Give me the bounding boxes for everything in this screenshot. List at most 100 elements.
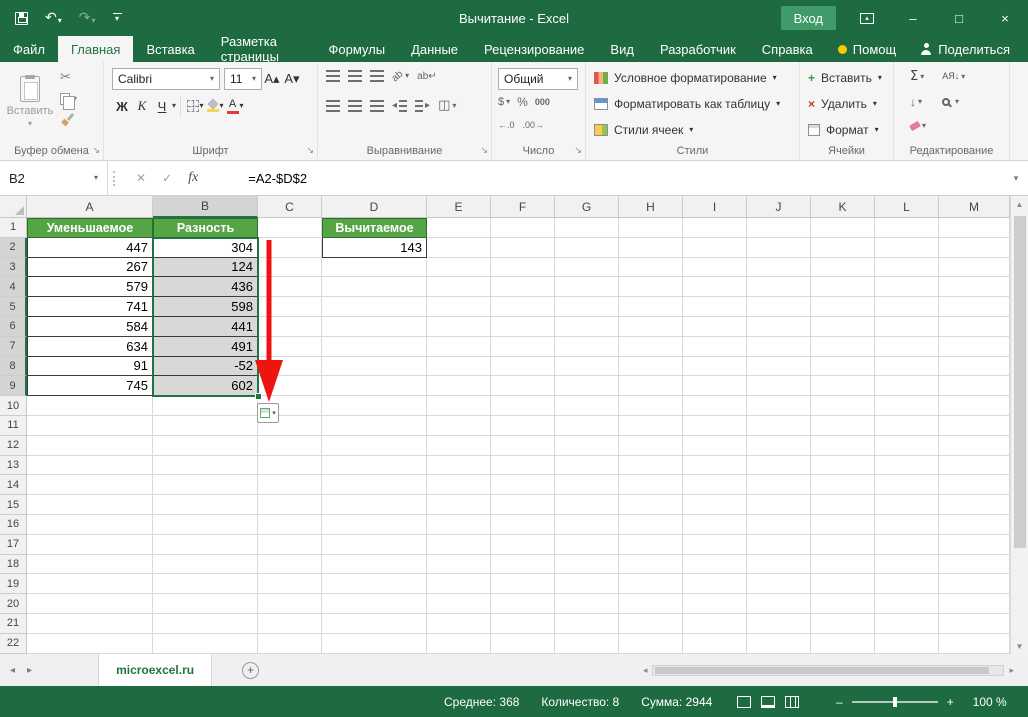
fill-button[interactable]: ↓▾ — [910, 95, 922, 109]
maximize-button[interactable]: □ — [936, 0, 982, 36]
cell-D17[interactable] — [322, 535, 427, 555]
cell-H12[interactable] — [619, 436, 683, 456]
cell-H15[interactable] — [619, 495, 683, 515]
row-header-13[interactable]: 13 — [0, 456, 27, 476]
zoom-slider[interactable] — [852, 701, 938, 703]
cell-D20[interactable] — [322, 594, 427, 614]
cell-A11[interactable] — [27, 416, 153, 436]
cell-C3[interactable] — [258, 258, 322, 278]
cell-G18[interactable] — [555, 555, 619, 575]
namebox-resize-handle[interactable] — [108, 161, 120, 195]
cell-L11[interactable] — [875, 416, 939, 436]
clear-button[interactable]: ▾ — [910, 122, 926, 130]
cell-G13[interactable] — [555, 456, 619, 476]
cell-K10[interactable] — [811, 396, 875, 416]
row-header-19[interactable]: 19 — [0, 574, 27, 594]
vertical-scroll-thumb[interactable] — [1014, 216, 1026, 548]
select-all-corner[interactable] — [0, 196, 27, 218]
row-header-3[interactable]: 3 — [0, 258, 27, 278]
cell-M6[interactable] — [939, 317, 1010, 337]
cell-G20[interactable] — [555, 594, 619, 614]
cell-H14[interactable] — [619, 475, 683, 495]
cell-E22[interactable] — [427, 634, 491, 654]
cell-G8[interactable] — [555, 357, 619, 377]
cell-A6[interactable]: 584 — [27, 317, 153, 337]
cell-K16[interactable] — [811, 515, 875, 535]
row-header-14[interactable]: 14 — [0, 475, 27, 495]
cell-J17[interactable] — [747, 535, 811, 555]
cell-B3[interactable]: 124 — [153, 258, 258, 278]
zoom-in-button[interactable]: + — [947, 695, 954, 709]
cell-J3[interactable] — [747, 258, 811, 278]
decrease-decimal-button[interactable]: .00→ — [523, 120, 545, 130]
cell-A15[interactable] — [27, 495, 153, 515]
row-header-17[interactable]: 17 — [0, 535, 27, 555]
cell-J12[interactable] — [747, 436, 811, 456]
cell-I3[interactable] — [683, 258, 747, 278]
cell-E7[interactable] — [427, 337, 491, 357]
cell-L13[interactable] — [875, 456, 939, 476]
column-header-K[interactable]: K — [811, 196, 875, 218]
cell-K11[interactable] — [811, 416, 875, 436]
cell-A1[interactable]: Уменьшаемое — [27, 218, 153, 238]
cell-I18[interactable] — [683, 555, 747, 575]
cell-K1[interactable] — [811, 218, 875, 238]
tab-data[interactable]: Данные — [398, 36, 471, 62]
cell-F16[interactable] — [491, 515, 555, 535]
cell-E12[interactable] — [427, 436, 491, 456]
row-header-10[interactable]: 10 — [0, 396, 27, 416]
paste-button[interactable]: Вставить ▾ — [6, 67, 54, 137]
cell-E8[interactable] — [427, 357, 491, 377]
cell-A2[interactable]: 447 — [27, 238, 153, 258]
cell-I17[interactable] — [683, 535, 747, 555]
cell-I7[interactable] — [683, 337, 747, 357]
cell-B11[interactable] — [153, 416, 258, 436]
cell-G10[interactable] — [555, 396, 619, 416]
column-header-C[interactable]: C — [258, 196, 322, 218]
cell-M10[interactable] — [939, 396, 1010, 416]
cell-J7[interactable] — [747, 337, 811, 357]
cell-A22[interactable] — [27, 634, 153, 654]
cell-E18[interactable] — [427, 555, 491, 575]
cell-E1[interactable] — [427, 218, 491, 238]
cell-K6[interactable] — [811, 317, 875, 337]
cell-H9[interactable] — [619, 376, 683, 396]
cell-C14[interactable] — [258, 475, 322, 495]
row-header-2[interactable]: 2 — [0, 238, 27, 258]
cell-I12[interactable] — [683, 436, 747, 456]
cell-I10[interactable] — [683, 396, 747, 416]
cell-J6[interactable] — [747, 317, 811, 337]
cell-M13[interactable] — [939, 456, 1010, 476]
cell-G16[interactable] — [555, 515, 619, 535]
cell-A20[interactable] — [27, 594, 153, 614]
cell-B21[interactable] — [153, 614, 258, 634]
cell-K18[interactable] — [811, 555, 875, 575]
cell-C5[interactable] — [258, 297, 322, 317]
cell-I14[interactable] — [683, 475, 747, 495]
font-name-select[interactable]: Calibri▾ — [112, 68, 220, 90]
cell-K15[interactable] — [811, 495, 875, 515]
cell-D22[interactable] — [322, 634, 427, 654]
cell-D11[interactable] — [322, 416, 427, 436]
cell-styles-button[interactable]: Стили ячеек▾ — [594, 118, 693, 142]
cell-J21[interactable] — [747, 614, 811, 634]
cell-M7[interactable] — [939, 337, 1010, 357]
cell-B22[interactable] — [153, 634, 258, 654]
cell-M5[interactable] — [939, 297, 1010, 317]
tab-review[interactable]: Рецензирование — [471, 36, 597, 62]
cell-D21[interactable] — [322, 614, 427, 634]
cell-L10[interactable] — [875, 396, 939, 416]
cell-F12[interactable] — [491, 436, 555, 456]
row-header-4[interactable]: 4 — [0, 277, 27, 297]
cell-D8[interactable] — [322, 357, 427, 377]
cell-K19[interactable] — [811, 574, 875, 594]
cell-C15[interactable] — [258, 495, 322, 515]
cell-E14[interactable] — [427, 475, 491, 495]
column-header-G[interactable]: G — [555, 196, 619, 218]
cell-M21[interactable] — [939, 614, 1010, 634]
insert-function-button[interactable]: fx — [188, 170, 198, 186]
hscroll-right-icon[interactable]: ▸ — [1009, 665, 1014, 676]
cell-E6[interactable] — [427, 317, 491, 337]
cell-H19[interactable] — [619, 574, 683, 594]
font-color-button[interactable]: А▾ — [225, 95, 245, 117]
